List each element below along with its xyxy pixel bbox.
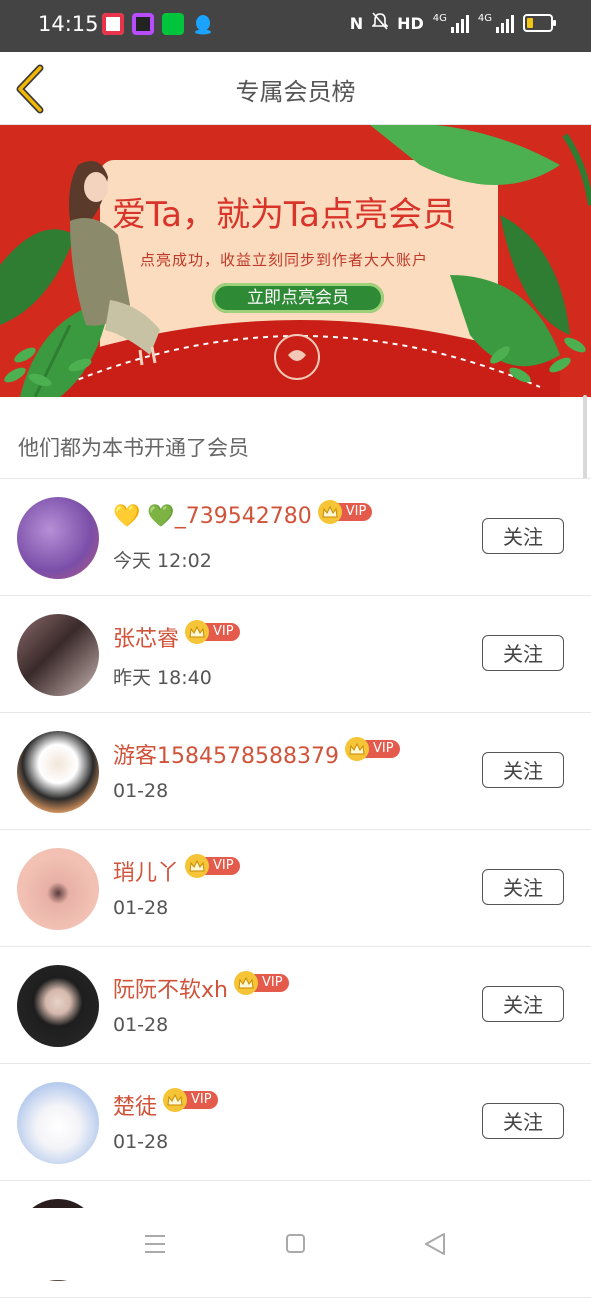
follow-button[interactable]: 关注 xyxy=(482,752,564,788)
member-time: 01-28 xyxy=(113,1014,169,1036)
list-item[interactable]: 阮阮不软xh VIP 01-28 关注 xyxy=(0,947,591,1064)
member-name-line: 阮阮不软xh VIP xyxy=(113,971,289,1004)
avatar[interactable] xyxy=(17,965,99,1047)
crown-icon xyxy=(185,620,210,644)
follow-button[interactable]: 关注 xyxy=(482,1103,564,1139)
list-item[interactable]: 楚徒 VIP 01-28 关注 xyxy=(0,1064,591,1181)
follow-button[interactable]: 关注 xyxy=(482,635,564,671)
title-bar: 专属会员榜 xyxy=(0,52,591,125)
system-nav-bar xyxy=(0,1208,591,1280)
member-list: 💛 💚_739542780 VIP 今天 12:02 关注 张芯睿 VIP 昨天… xyxy=(0,479,591,1298)
member-name[interactable]: 楚徒 xyxy=(113,1089,157,1121)
member-name-line: 游客1584578588379 VIP xyxy=(113,737,400,770)
avatar[interactable] xyxy=(17,1082,99,1164)
media-app-icon xyxy=(132,13,154,35)
member-name-line: 💛 💚_739542780 VIP xyxy=(113,499,373,529)
list-item[interactable]: 💛 💚_739542780 VIP 今天 12:02 关注 xyxy=(0,479,591,596)
banner-subtitle: 点亮成功，收益立刻同步到作者大大账户 xyxy=(140,251,429,269)
menu-button[interactable] xyxy=(140,1232,170,1256)
signal-2-icon: 4G xyxy=(478,13,514,33)
member-name-line: 楚徒 VIP xyxy=(113,1088,218,1121)
follow-button[interactable]: 关注 xyxy=(482,869,564,905)
member-time: 01-28 xyxy=(113,897,169,919)
avatar[interactable] xyxy=(17,497,99,579)
section-heading: 他们都为本书开通了会员 xyxy=(18,436,249,460)
member-name-line: 张芯睿 VIP xyxy=(113,620,240,653)
member-name[interactable]: 张芯睿 xyxy=(113,621,179,653)
member-name[interactable]: 阮阮不软xh xyxy=(113,972,228,1004)
list-item[interactable]: 琑儿丫 VIP 01-28 关注 xyxy=(0,830,591,947)
list-item[interactable]: 游客1584578588379 VIP 01-28 关注 xyxy=(0,713,591,830)
signal-1-icon: 4G xyxy=(433,13,469,33)
hd-label: HD xyxy=(397,13,424,33)
status-time: 14:15 xyxy=(38,12,99,36)
banner-headline: 爱Ta，就为Ta点亮会员 xyxy=(112,195,456,235)
member-time: 今天 12:02 xyxy=(113,550,212,572)
battery-icon xyxy=(523,14,556,32)
avatar[interactable] xyxy=(17,731,99,813)
member-time: 01-28 xyxy=(113,780,169,802)
crown-icon xyxy=(317,499,342,524)
member-name[interactable]: 琑儿丫 xyxy=(113,855,179,887)
avatar[interactable] xyxy=(17,614,99,696)
home-button[interactable] xyxy=(280,1232,310,1256)
home-square-icon xyxy=(286,1234,305,1253)
follow-button[interactable]: 关注 xyxy=(482,518,564,554)
qq-app-icon xyxy=(192,13,214,35)
status-indicators: N HD 4G 4G xyxy=(349,12,556,34)
nfc-icon: N xyxy=(349,13,364,33)
promo-banner[interactable]: 爱Ta，就为Ta点亮会员 点亮成功，收益立刻同步到作者大大账户 立即点亮会员 xyxy=(0,125,591,397)
vip-badge: VIP xyxy=(344,737,400,761)
member-time: 01-28 xyxy=(113,1131,169,1153)
page-title: 专属会员榜 xyxy=(235,78,356,106)
member-name[interactable]: 💛 💚_739542780 xyxy=(113,504,312,529)
vip-badge: VIP xyxy=(185,854,240,878)
mute-bell-icon xyxy=(371,12,390,34)
crown-icon xyxy=(163,1088,188,1112)
vip-badge: VIP xyxy=(233,971,289,995)
member-name-line: 琑儿丫 VIP xyxy=(113,854,240,887)
iqiyi-app-icon xyxy=(162,13,184,35)
crown-icon xyxy=(233,971,258,995)
back-triangle-icon xyxy=(425,1233,445,1255)
signal-1-label: 4G xyxy=(432,13,447,24)
status-bar: 14:15 N HD 4G 4G xyxy=(0,0,591,52)
vip-badge: VIP xyxy=(163,1088,218,1112)
menu-icon xyxy=(145,1235,165,1253)
signal-2-label: 4G xyxy=(477,13,492,24)
light-up-vip-button[interactable]: 立即点亮会员 xyxy=(212,283,384,313)
nav-back-button[interactable] xyxy=(420,1232,450,1256)
crown-icon xyxy=(185,854,210,878)
list-item[interactable]: 张芯睿 VIP 昨天 18:40 关注 xyxy=(0,596,591,713)
video-app-icon xyxy=(102,13,124,35)
member-name[interactable]: 游客1584578588379 xyxy=(113,738,339,770)
vip-badge: VIP xyxy=(317,499,373,524)
avatar[interactable] xyxy=(17,848,99,930)
vip-badge: VIP xyxy=(185,620,240,644)
follow-button[interactable]: 关注 xyxy=(482,986,564,1022)
crown-icon xyxy=(344,737,369,761)
member-time: 昨天 18:40 xyxy=(113,667,212,689)
status-app-icons xyxy=(102,13,214,35)
